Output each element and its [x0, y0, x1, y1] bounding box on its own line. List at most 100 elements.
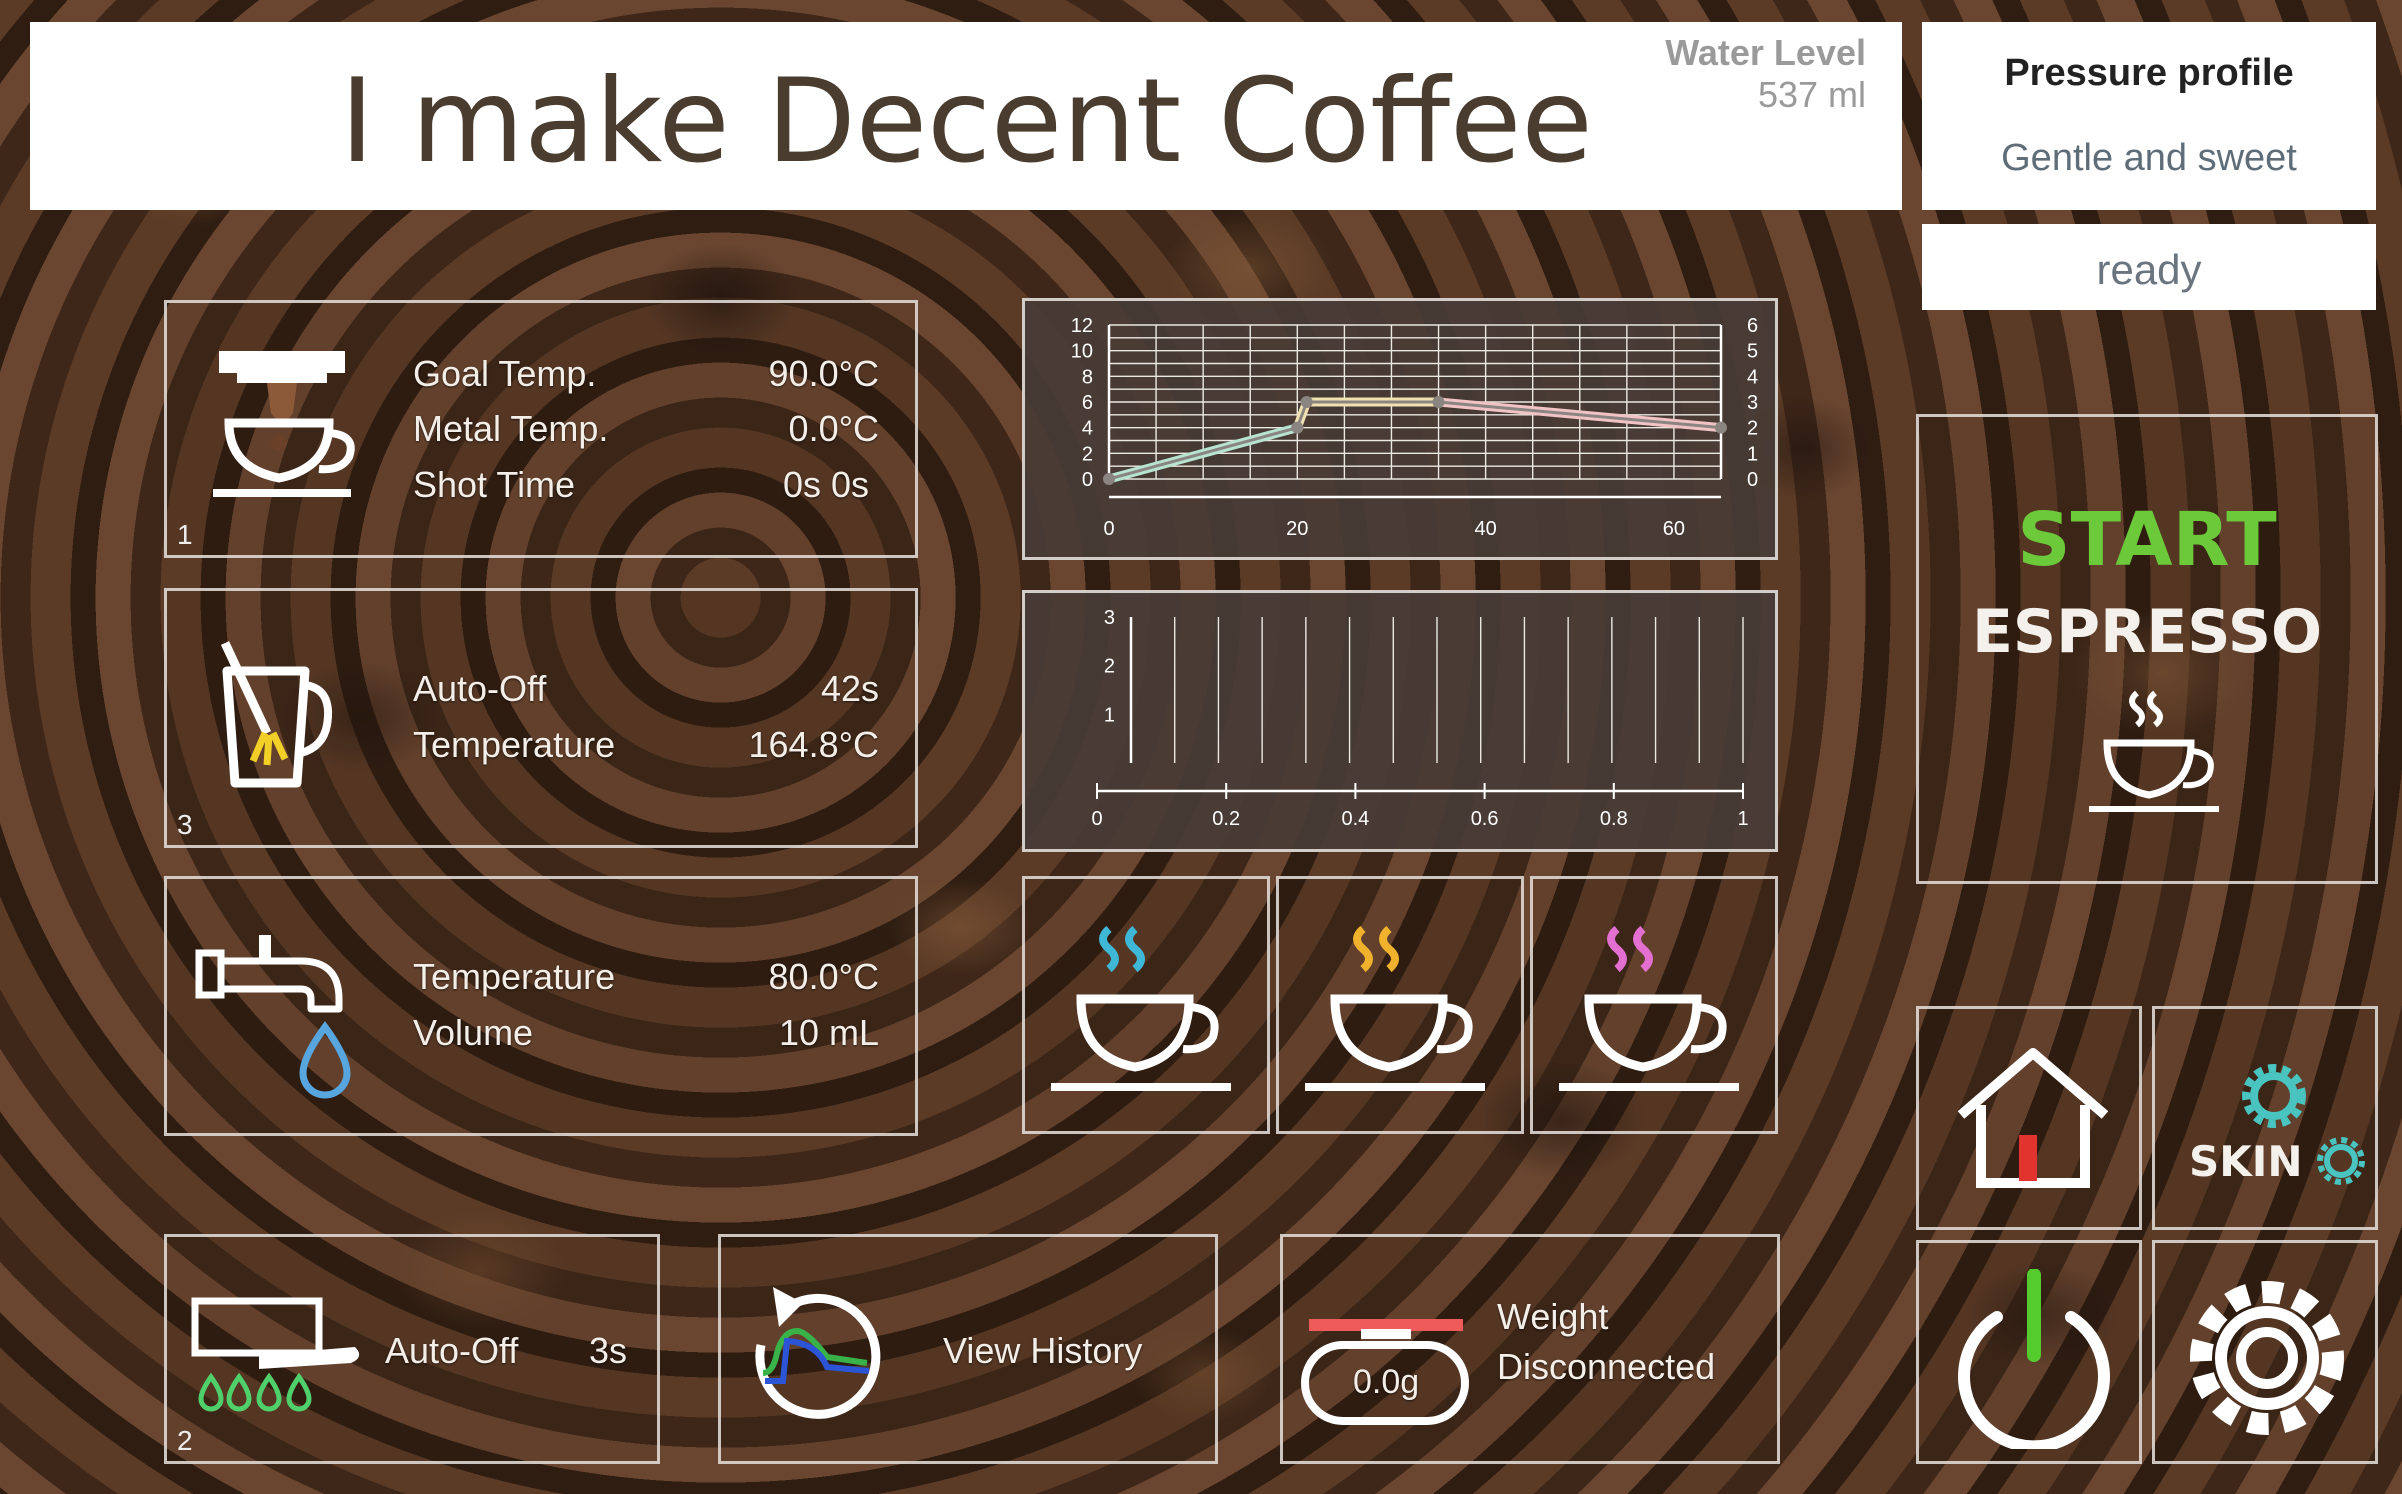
- skin-gear-icon: [2239, 1061, 2309, 1131]
- steam-autooff-value: 42s: [820, 668, 879, 709]
- steam-wave: [1379, 925, 1399, 973]
- home-button[interactable]: [1916, 1006, 2142, 1230]
- power-button[interactable]: [1916, 1240, 2142, 1464]
- x-tick-label: 1: [1737, 808, 1748, 830]
- metal-temp-value: 0.0°C: [788, 408, 879, 449]
- series-point: [1300, 396, 1313, 408]
- espresso-machine-icon: [207, 343, 357, 513]
- steam-wave: [1125, 925, 1145, 973]
- preset-button-1[interactable]: [1022, 876, 1270, 1134]
- espresso-label: ESPRESSO: [1971, 597, 2323, 667]
- power-icon: [1949, 1269, 2119, 1449]
- scale-status: Disconnected: [1497, 1346, 1716, 1387]
- steam-wave: [1353, 925, 1373, 973]
- x-tick-label: 0.2: [1212, 808, 1240, 830]
- view-history-label: View History: [943, 1330, 1143, 1371]
- series-point: [1715, 421, 1727, 434]
- water-temp-value: 80.0°C: [768, 956, 879, 997]
- x-tick-label: 60: [1663, 518, 1685, 540]
- cup-steam-blue-icon: [1047, 919, 1247, 1099]
- flush-autooff-label: Auto-Off: [385, 1330, 519, 1371]
- pressure-profile-chart: 0 2 4 6 8 10 12 0 1 2 3 4 5 6 0 20 40 60: [1022, 298, 1778, 560]
- y-left-tick-label: 12: [1071, 315, 1093, 337]
- steam-settings-panel[interactable]: Auto-Off 42s Temperature 164.8°C 3: [164, 588, 918, 848]
- y-left-tick-label: 4: [1082, 418, 1093, 440]
- start-label: START: [2017, 497, 2277, 583]
- steam-wave: [1099, 925, 1119, 973]
- y-right-tick-label: 3: [1747, 392, 1758, 414]
- settings-button[interactable]: [2152, 1240, 2378, 1464]
- view-history-button[interactable]: View History: [718, 1234, 1218, 1464]
- preset-button-2[interactable]: [1276, 876, 1524, 1134]
- y-right-tick-label: 1: [1747, 443, 1758, 465]
- water-temp-label: Temperature: [413, 956, 616, 997]
- flush-autooff-value: 3s: [588, 1330, 627, 1371]
- series-point: [1432, 396, 1445, 408]
- y-left-tick-label: 2: [1082, 443, 1093, 465]
- page-title: I make Decent Coffee: [340, 54, 1593, 189]
- skin-label: SKIN: [2189, 1137, 2303, 1186]
- y-left-tick-label: 6: [1082, 392, 1093, 414]
- profile-box[interactable]: Pressure profile Gentle and sweet: [1922, 22, 2376, 210]
- water-level-label: Water Level: [1665, 32, 1866, 73]
- shot-time-label: Shot Time: [413, 464, 576, 505]
- y-tick-label: 2: [1104, 656, 1115, 678]
- x-tick-label: 0: [1091, 808, 1102, 830]
- water-volume-value: 10 mL: [778, 1012, 879, 1053]
- profile-heading: Pressure profile: [2004, 52, 2294, 94]
- home-icon: [1953, 1045, 2113, 1195]
- cup-steam-pink-icon: [1555, 919, 1755, 1099]
- y-right-tick-label: 2: [1747, 418, 1758, 440]
- y-left-tick-label: 10: [1071, 341, 1093, 363]
- water-volume-label: Volume: [413, 1012, 534, 1053]
- status-box: ready: [1922, 224, 2376, 310]
- x-tick-label: 40: [1474, 518, 1496, 540]
- flow-chart-svg: 1 2 3 0 0.2 0.4 0.6 0.8 1: [1091, 607, 1748, 830]
- flush-icon: [189, 1297, 369, 1417]
- steam-autooff-label: Auto-Off: [413, 668, 547, 709]
- panel-index: 2: [177, 1425, 193, 1456]
- status-text: ready: [2096, 246, 2202, 293]
- y-left-tick-label: 8: [1082, 366, 1093, 388]
- scale-reading: 0.0g: [1353, 1363, 1420, 1401]
- cup-body: [1584, 994, 1702, 1072]
- panel-index: 1: [177, 519, 193, 550]
- y-tick-label: 3: [1104, 607, 1115, 629]
- scale-panel[interactable]: 0.0g Weight Disconnected: [1280, 1234, 1780, 1464]
- panel-index: 3: [177, 809, 193, 840]
- series-point: [1291, 421, 1304, 434]
- goal-temp-value: 90.0°C: [768, 353, 879, 394]
- preset-button-3[interactable]: [1530, 876, 1778, 1134]
- y-right-tick-label: 5: [1747, 341, 1758, 363]
- y-right-tick-label: 0: [1747, 469, 1758, 491]
- series-point: [1103, 473, 1115, 485]
- cup-body: [1330, 994, 1448, 1072]
- flow-chart: 1 2 3 0 0.2 0.4 0.6 0.8 1: [1022, 590, 1778, 852]
- x-tick-label: 0.6: [1471, 808, 1499, 830]
- steam-wave: [1633, 925, 1653, 973]
- profile-name: Gentle and sweet: [2001, 137, 2297, 179]
- steam-temp-value: 164.8°C: [748, 724, 879, 765]
- water-tap-icon: [193, 931, 353, 1101]
- y-left-tick-label: 0: [1082, 469, 1093, 491]
- flush-panel[interactable]: Auto-Off 3s 2: [164, 1234, 660, 1464]
- metal-temp-label: Metal Temp.: [413, 408, 609, 449]
- settings-gear-icon: [2179, 1273, 2355, 1443]
- cup-body: [1076, 994, 1194, 1072]
- espresso-settings-panel[interactable]: Goal Temp. 90.0°C Metal Temp. 0.0°C Shot…: [164, 300, 918, 558]
- shot-time-value: 0s 0s: [782, 464, 869, 505]
- x-tick-label: 20: [1286, 518, 1308, 540]
- goal-temp-label: Goal Temp.: [413, 353, 597, 394]
- hot-water-settings-panel[interactable]: Temperature 80.0°C Volume 10 mL: [164, 876, 918, 1136]
- skin-small-gear-icon: [2315, 1135, 2367, 1187]
- steam-wave: [1607, 925, 1627, 973]
- start-espresso-button[interactable]: START ESPRESSO: [1916, 414, 2378, 884]
- steam-pitcher-icon: [207, 641, 347, 801]
- x-tick-label: 0.8: [1600, 808, 1628, 830]
- x-tick-label: 0.4: [1341, 808, 1369, 830]
- history-icon: [743, 1283, 893, 1433]
- title-bar: I make Decent Coffee Water Level 537 ml: [30, 22, 1902, 210]
- skin-button[interactable]: SKIN: [2152, 1006, 2378, 1230]
- scale-weight-label: Weight: [1497, 1296, 1609, 1337]
- water-level-value: 537 ml: [1757, 74, 1866, 115]
